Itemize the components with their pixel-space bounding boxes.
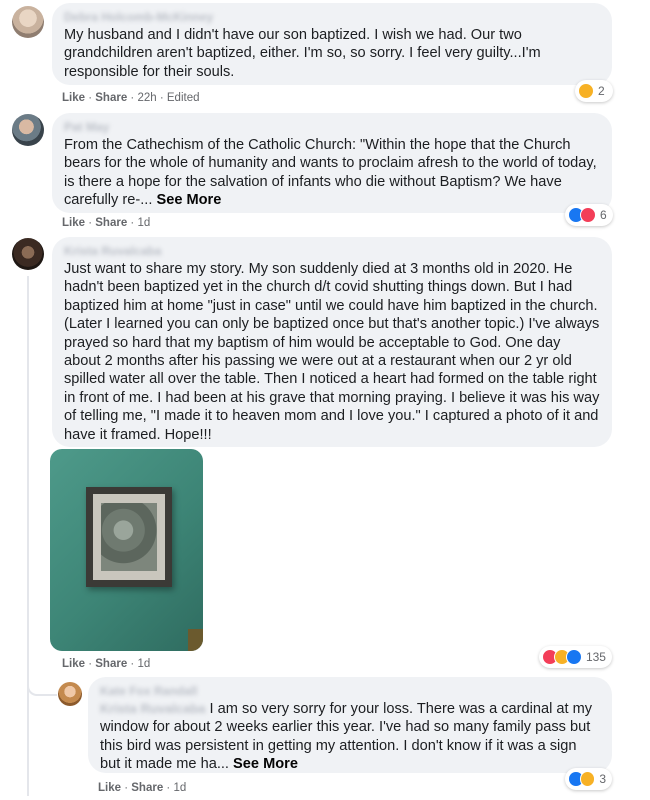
reaction-count: 2 <box>598 84 605 98</box>
reaction-summary[interactable]: 6 <box>565 204 613 226</box>
timestamp[interactable]: 1d <box>137 658 150 670</box>
timestamp[interactable]: 1d <box>173 782 186 794</box>
sad-reaction-icon <box>578 83 594 99</box>
picture-frame <box>86 487 172 587</box>
comment-author[interactable]: Pat May <box>64 120 109 135</box>
comment-actions: Like · Share · 1d <box>62 658 151 670</box>
comment-actions: Like · Share · 22h · Edited <box>62 92 200 104</box>
comment-bubble: Krista Ruvalcaba Just want to share my s… <box>52 237 612 447</box>
like-link[interactable]: Like <box>62 92 85 104</box>
reaction-count: 135 <box>585 650 606 664</box>
edited-label: Edited <box>166 92 200 104</box>
share-link[interactable]: Share <box>95 658 127 670</box>
see-more-link[interactable]: See More <box>233 756 298 772</box>
reaction-summary[interactable]: 2 <box>575 80 613 102</box>
comment-text: My husband and I didn't have our son bap… <box>64 27 541 80</box>
reply-text: Krista Ruvalcaba I am so very sorry for … <box>100 701 593 773</box>
comment-text: Just want to share my story. My son sudd… <box>64 261 600 443</box>
frame-mat <box>93 494 165 580</box>
mention-link[interactable]: Krista Ruvalcaba <box>100 701 206 716</box>
care-reaction-icon <box>579 771 596 787</box>
share-link[interactable]: Share <box>95 217 127 229</box>
reply-author[interactable]: Kate Fox Randall <box>100 684 197 699</box>
reaction-summary[interactable]: 3 <box>565 768 612 790</box>
like-link[interactable]: Like <box>98 782 121 794</box>
see-more-link[interactable]: See More <box>156 192 221 208</box>
comment-photo[interactable] <box>50 449 203 651</box>
like-reaction-icon <box>565 649 582 665</box>
share-link[interactable]: Share <box>95 92 127 104</box>
comment-bubble: Debra Holcomb-McKinney My husband and I … <box>52 3 612 85</box>
avatar[interactable] <box>58 682 82 706</box>
like-link[interactable]: Like <box>62 658 85 670</box>
avatar[interactable] <box>12 6 44 38</box>
avatar[interactable] <box>12 238 44 270</box>
timestamp[interactable]: 1d <box>137 217 150 229</box>
comment-actions: Like · Share · 1d <box>62 217 151 229</box>
thread-line <box>27 276 29 796</box>
reply-actions: Like · Share · 1d <box>98 782 187 794</box>
framed-image <box>101 503 157 571</box>
love-reaction-icon <box>580 207 596 223</box>
reaction-summary[interactable]: 135 <box>539 646 612 668</box>
share-link[interactable]: Share <box>131 782 163 794</box>
reaction-count: 6 <box>600 208 607 222</box>
like-link[interactable]: Like <box>62 217 85 229</box>
reply-bubble: Kate Fox Randall Krista Ruvalcaba I am s… <box>88 677 612 773</box>
comment-bubble: Pat May From the Cathechism of the Catho… <box>52 113 612 213</box>
frame-corner <box>188 629 203 651</box>
comment-text: From the Cathechism of the Catholic Chur… <box>64 137 597 209</box>
comment-author[interactable]: Krista Ruvalcaba <box>64 244 161 259</box>
reaction-count: 3 <box>599 772 606 786</box>
reply-connector <box>27 680 57 696</box>
avatar[interactable] <box>12 114 44 146</box>
timestamp[interactable]: 22h <box>137 92 156 104</box>
comment-author[interactable]: Debra Holcomb-McKinney <box>64 10 213 25</box>
